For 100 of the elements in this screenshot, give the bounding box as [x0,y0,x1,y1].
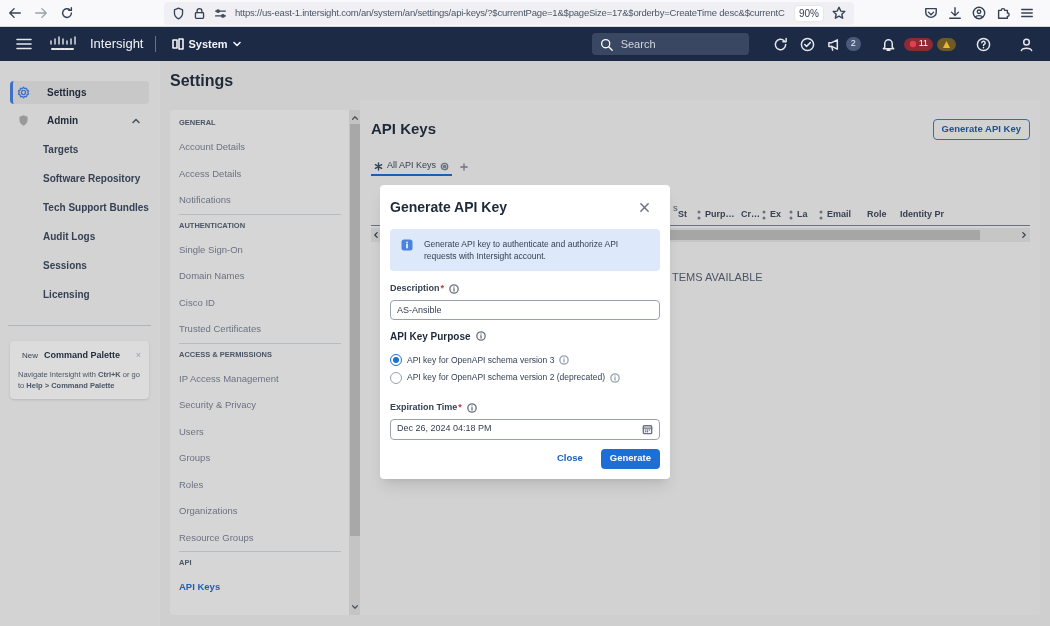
back-icon[interactable] [8,6,22,20]
announcement-count-badge: 2 [845,37,861,51]
sliders-icon [214,6,227,20]
chevron-down-icon [350,603,359,611]
download-icon[interactable] [948,6,962,20]
settings-nav-item[interactable]: Access Details [179,160,341,187]
lock-icon [193,6,206,20]
generate-api-key-button[interactable]: Generate API Key [932,118,1030,140]
server-icon [172,38,185,50]
warning-badge[interactable] [937,37,956,51]
close-icon[interactable] [639,202,650,213]
sidebar-subitem[interactable]: Licensing [10,282,149,306]
field-label: Description* [390,282,445,295]
sort-handle-icon [697,210,701,220]
column-header[interactable]: St [678,208,687,222]
critical-alarm-badge[interactable]: 11 [903,37,933,51]
warning-icon [942,39,951,49]
section-title: API Keys [371,119,437,139]
column-header[interactable]: Role [867,208,887,222]
sidebar-subitem[interactable]: Tech Support Bundles [10,195,149,219]
settings-nav-item[interactable]: Single Sign-On [179,236,341,263]
radio-label[interactable]: API key for OpenAPI schema version 2 (deprecated) [407,371,605,384]
info-text: Generate API key to authenticate and authorize API requests with Intersight account. [424,238,620,262]
close-button[interactable]: Close [550,448,589,469]
settings-nav-item[interactable]: Account Details [179,134,341,161]
refresh-icon[interactable] [772,36,788,52]
card-title: Command Palette [44,349,121,362]
info-icon [466,402,477,413]
column-header[interactable]: La [797,208,808,222]
settings-nav-item[interactable]: Groups [179,445,341,472]
pocket-icon[interactable] [924,6,938,20]
column-header[interactable]: Cr… [741,208,760,222]
account-icon[interactable] [972,6,986,20]
asterisk-icon [374,161,383,171]
reload-icon[interactable] [60,6,74,20]
required-mark: * [458,402,462,412]
alert-icon [908,40,917,48]
gear-icon [440,161,450,171]
settings-nav-item[interactable]: API Keys [179,574,341,601]
settings-icon [17,86,30,99]
settings-nav-item[interactable]: Users [179,418,341,445]
sidebar-subitem[interactable]: Software Repository [10,166,149,190]
chevron-up-icon [350,114,359,122]
field-label: Expiration Time* [390,401,462,414]
description-field[interactable]: AS-Ansible [390,299,660,320]
info-icon [449,283,460,294]
brand-name: Intersight [90,35,144,54]
info-icon [609,372,620,383]
dialog-title: Generate API Key [390,198,507,217]
user-icon[interactable] [1019,36,1034,52]
sidebar-subitem[interactable]: Audit Logs [10,224,149,248]
scope-dropdown[interactable]: System [172,35,242,53]
star-icon[interactable] [832,6,846,20]
logo-icon [48,36,78,52]
date-time-field[interactable]: Dec 26, 2024 04:18 PM [390,418,660,440]
calendar-icon [642,423,653,435]
info-icon [475,331,486,341]
info-icon [559,354,570,365]
search-field[interactable]: Search [591,33,749,55]
settings-nav-item[interactable]: Resource Groups [179,524,341,551]
sort-handle-icon [762,210,766,220]
chevron-left-icon [372,230,380,239]
search-icon [599,37,613,51]
sidebar-item[interactable]: Settings [10,81,149,104]
menu-icon[interactable] [1020,6,1034,20]
scrollbar[interactable] [349,110,360,615]
plus-icon[interactable] [460,163,469,171]
sidebar-subitem[interactable]: Sessions [10,253,149,277]
settings-nav-item[interactable]: IP Access Management [179,365,341,392]
puzzle-icon[interactable] [996,6,1010,20]
search-placeholder: Search [620,36,656,52]
sidebar-subitem[interactable]: Targets [10,137,149,161]
generate-button[interactable]: Generate [600,448,660,469]
sidebar-item[interactable]: Admin [10,109,149,132]
column-header[interactable]: Ex [770,208,781,222]
radio-label[interactable]: API key for OpenAPI schema version 3 [407,353,555,367]
settings-nav-item[interactable]: Trusted Certificates [179,316,341,343]
address-bar[interactable]: https://us-east-1.intersight.com/an/system/an/settings/api-keys/?$currentPage=1&$pageSize=17&$orderby=CreateTime desc&$currentC 90% [164,1,854,25]
chevron-right-icon [1020,230,1028,239]
zoom-level[interactable]: 90% [794,4,824,22]
check-circle-icon[interactable] [799,36,815,52]
settings-nav-item[interactable]: Domain Names [179,263,341,290]
bell-icon[interactable] [880,36,896,52]
column-header[interactable]: Email [827,208,851,222]
required-mark: * [440,283,445,293]
url-text: https://us-east-1.intersight.com/an/system/an/settings/api-keys/?$currentPage=1&$pageSize=17&$orderby=CreateTime desc&$currentC [235,5,786,20]
menu-icon[interactable] [16,36,32,52]
settings-nav-item[interactable]: Roles [179,471,341,498]
table-tab[interactable]: All API Keys [371,158,453,176]
column-header[interactable]: Purp… [705,208,735,222]
results-text: s [673,201,678,213]
shield-icon [17,114,30,127]
settings-nav-item[interactable]: Security & Privacy [179,392,341,419]
column-header[interactable]: Identity Pr [900,208,944,222]
help-icon[interactable] [976,36,991,52]
shield-icon [172,6,185,20]
settings-nav-item[interactable]: Notifications [179,187,341,214]
settings-nav-item[interactable]: Cisco ID [179,289,341,316]
info-icon [401,239,413,251]
settings-nav-item[interactable]: Organizations [179,498,341,525]
